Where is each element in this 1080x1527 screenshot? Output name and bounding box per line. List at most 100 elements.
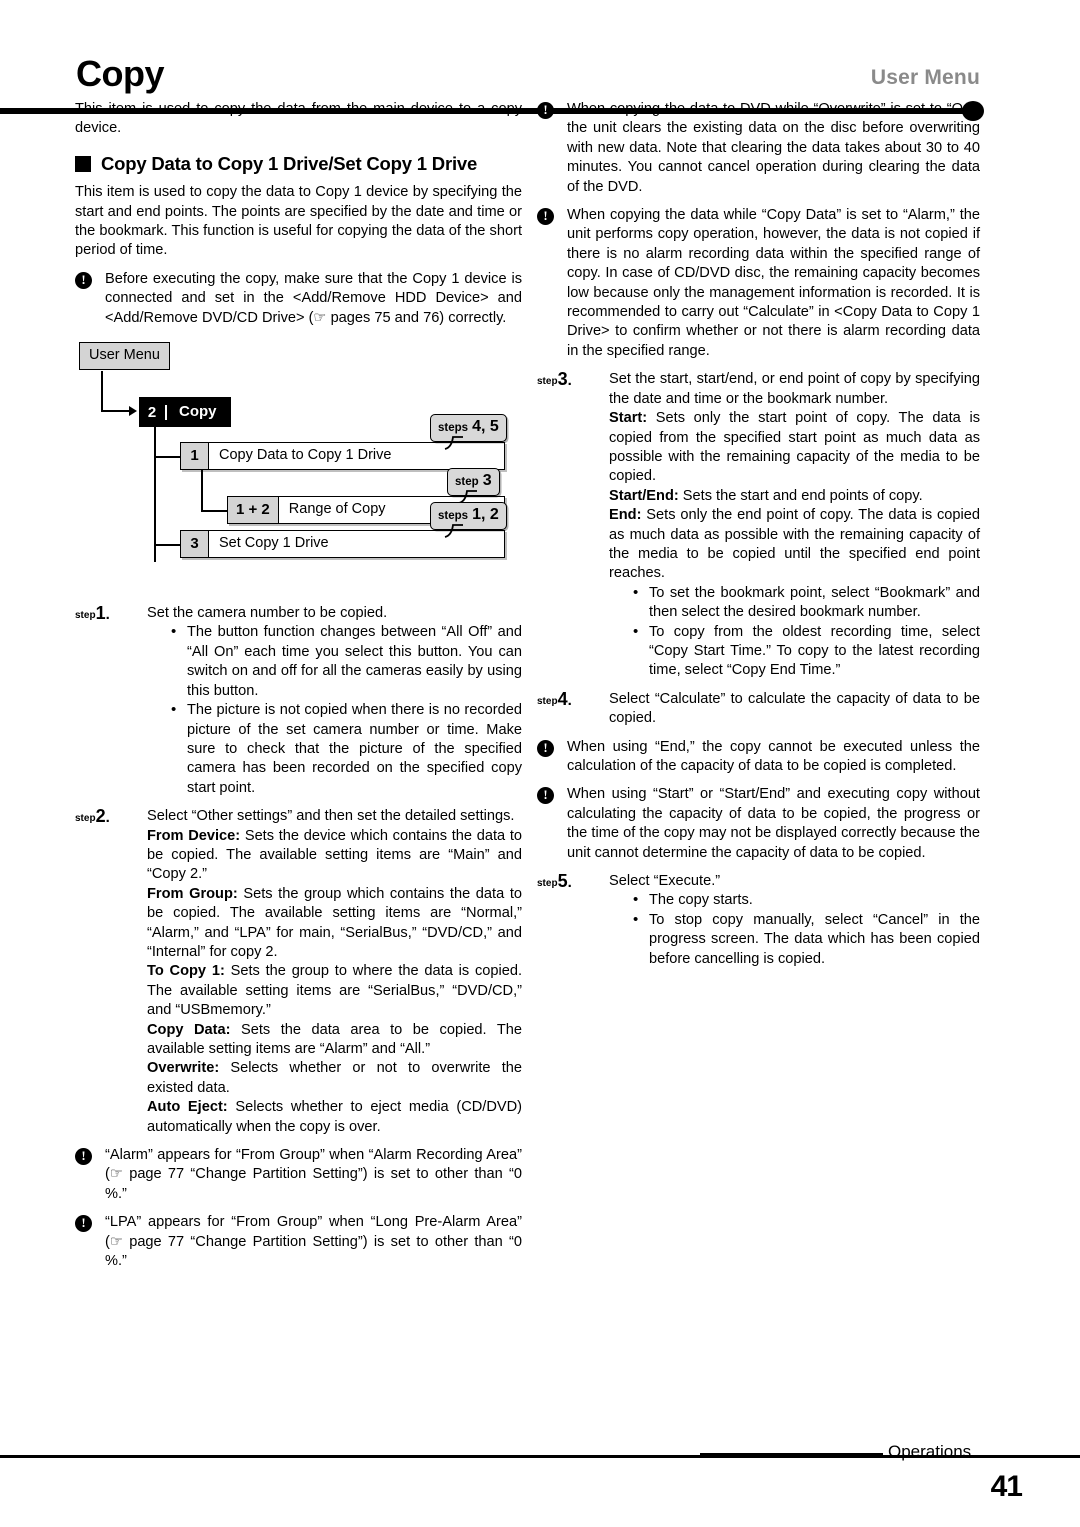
section-label: User Menu	[870, 66, 980, 89]
diagram-callout-1-number: 4, 5	[472, 418, 499, 436]
diagram-callout-3-tail-icon	[444, 524, 463, 538]
definition-desc: Sets only the start point of copy. The d…	[609, 410, 980, 485]
right-column: ! When copying the data to DVD while “Ov…	[537, 100, 980, 978]
step-4-word: step	[537, 695, 558, 707]
section-intro-paragraph: This item is used to copy the data to Co…	[75, 184, 522, 259]
definition-item: Copy Data: Sets the data area to be copi…	[147, 1021, 522, 1060]
diagram-menu-box: 2 Copy	[139, 397, 231, 428]
diagram-connector-trunk	[154, 427, 156, 563]
list-item: To copy from the oldest recording time, …	[631, 622, 980, 681]
exclamation-icon: !	[75, 1215, 92, 1233]
step-3-bullet-list: To set the bookmark point, select “Bookm…	[609, 583, 980, 681]
definition-term: Overwrite:	[147, 1060, 220, 1077]
page-title: Copy	[76, 53, 165, 94]
list-item: The picture is not copied when there is …	[169, 700, 522, 798]
exclamation-icon: !	[537, 102, 554, 119]
step-3-number: 3	[557, 369, 568, 390]
diagram-callout-1: steps 4, 5	[430, 414, 507, 443]
diagram-row-2-name: Range of Copy	[288, 501, 386, 518]
diagram-row-3-name: Set Copy 1 Drive	[219, 535, 329, 552]
step-5-text: Select “Execute.”	[609, 873, 721, 890]
step-3-marker: step3.	[537, 370, 599, 391]
definition-term: To Copy 1:	[147, 963, 225, 980]
diagram-arrow-icon	[129, 406, 137, 417]
definition-item: Start: Sets only the start point of copy…	[609, 409, 980, 487]
definition-item: Start/End: Sets the start and end points…	[609, 487, 980, 506]
note-text: When copying the data to DVD while “Over…	[567, 101, 980, 195]
step-2-marker: step2.	[75, 806, 137, 828]
step-5-bullet-list: The copy starts. To stop copy manually, …	[609, 890, 980, 969]
diagram-callout-2-number: 3	[482, 472, 492, 490]
diagram-connector-branch-1	[154, 456, 181, 459]
definition-term: Start:	[609, 410, 648, 427]
diagram-row-2-badge: 1 + 2	[228, 497, 279, 524]
step-3-text: Set the start, start/end, or end point o…	[609, 371, 980, 407]
diagram-row-1-name: Copy Data to Copy 1 Drive	[219, 447, 392, 464]
note-text: “LPA” appears for “From Group” when “Lon…	[105, 1214, 522, 1270]
diagram-callout-2-word: step	[455, 476, 479, 489]
step-5: step5. Select “Execute.” The copy starts…	[537, 871, 980, 969]
definition-term: From Group:	[147, 885, 238, 902]
definition-item: From Group: Sets the group which contain…	[147, 885, 522, 963]
list-item: The copy starts.	[631, 890, 980, 910]
definition-term: End:	[609, 507, 642, 524]
definition-item: End: Sets only the end point of copy. Th…	[609, 506, 980, 584]
step-2: step2. Select “Other settings” and then …	[75, 806, 522, 1137]
diagram-connector-root-vertical	[101, 371, 103, 413]
exclamation-icon: !	[75, 271, 92, 289]
diagram-connector-sub-vertical	[201, 470, 203, 513]
note-text: When using “End,” the copy cannot be exe…	[567, 738, 980, 774]
footer-divider	[0, 1455, 1080, 1458]
step-1-marker: step1.	[75, 603, 137, 625]
diagram-row-3-badge: 3	[181, 531, 209, 558]
step-2-word: step	[75, 813, 96, 825]
definition-term: Copy Data:	[147, 1021, 231, 1038]
step-4: step4. Select “Calculate” to calculate t…	[537, 688, 980, 729]
step-5-number: 5	[557, 871, 568, 892]
step-1-number: 1	[95, 603, 106, 624]
note-text: When using “Start” or “Start/End” and ex…	[567, 786, 980, 861]
exclamation-icon: !	[537, 739, 554, 757]
diagram-callout-3: steps 1, 2	[430, 502, 507, 531]
diagram-menu-number: 2	[139, 404, 167, 420]
exclamation-icon: !	[75, 1148, 92, 1166]
diagram-callout-1-tail-icon	[444, 436, 463, 450]
diagram-callout-1-word: steps	[438, 422, 469, 435]
step-5-word: step	[537, 878, 558, 890]
note-text: “Alarm” appears for “From Group” when “A…	[105, 1147, 522, 1202]
square-bullet-icon	[75, 155, 91, 172]
menu-tree-diagram: User Menu 2 Copy 1 Copy Data to Copy 1 D…	[75, 342, 522, 592]
definition-term: From Device:	[147, 827, 241, 844]
step-3-dot: .	[567, 372, 572, 390]
note-text: Before executing the copy, make sure tha…	[105, 270, 522, 326]
page-number: 41	[990, 1470, 1023, 1503]
step-2-dot: .	[105, 809, 110, 827]
step-4-number: 4	[557, 688, 568, 709]
step-4-text: Select “Calculate” to calculate the capa…	[609, 690, 980, 727]
definition-item: To Copy 1: Sets the group to where the d…	[147, 962, 522, 1020]
exclamation-icon: !	[537, 787, 554, 805]
step-5-dot: .	[567, 874, 572, 892]
definition-item: From Device: Sets the device which conta…	[147, 827, 522, 885]
footer-chapter-label: Operations	[888, 1442, 972, 1461]
definition-desc: Sets the start and end points of copy.	[678, 487, 923, 504]
step-5-marker: step5.	[537, 871, 599, 893]
step-1-dot: .	[105, 606, 110, 624]
definition-item: Auto Eject: Selects whether to eject med…	[147, 1098, 522, 1137]
step-3-word: step	[537, 376, 558, 388]
note-text: When copying the data while “Copy Data” …	[567, 207, 980, 359]
definition-term: Start/End:	[609, 487, 679, 504]
diagram-row-1-badge: 1	[181, 443, 209, 470]
diagram-connector-branch-3	[154, 544, 181, 547]
exclamation-icon: !	[537, 208, 554, 226]
step-2-number: 2	[95, 806, 106, 827]
list-item: To stop copy manually, select “Cancel” i…	[631, 910, 980, 969]
note-block: ! “Alarm” appears for “From Group” when …	[75, 1146, 522, 1204]
definition-term: Auto Eject:	[147, 1099, 228, 1116]
definition-item: Overwrite: Selects whether or not to ove…	[147, 1059, 522, 1098]
step-1-word: step	[75, 610, 96, 622]
list-item: To set the bookmark point, select “Bookm…	[631, 583, 980, 623]
step-1: step1. Set the camera number to be copie…	[75, 603, 522, 798]
section-heading: Copy Data to Copy 1 Drive/Set Copy 1 Dri…	[75, 153, 522, 173]
note-block: ! Before executing the copy, make sure t…	[75, 270, 522, 328]
